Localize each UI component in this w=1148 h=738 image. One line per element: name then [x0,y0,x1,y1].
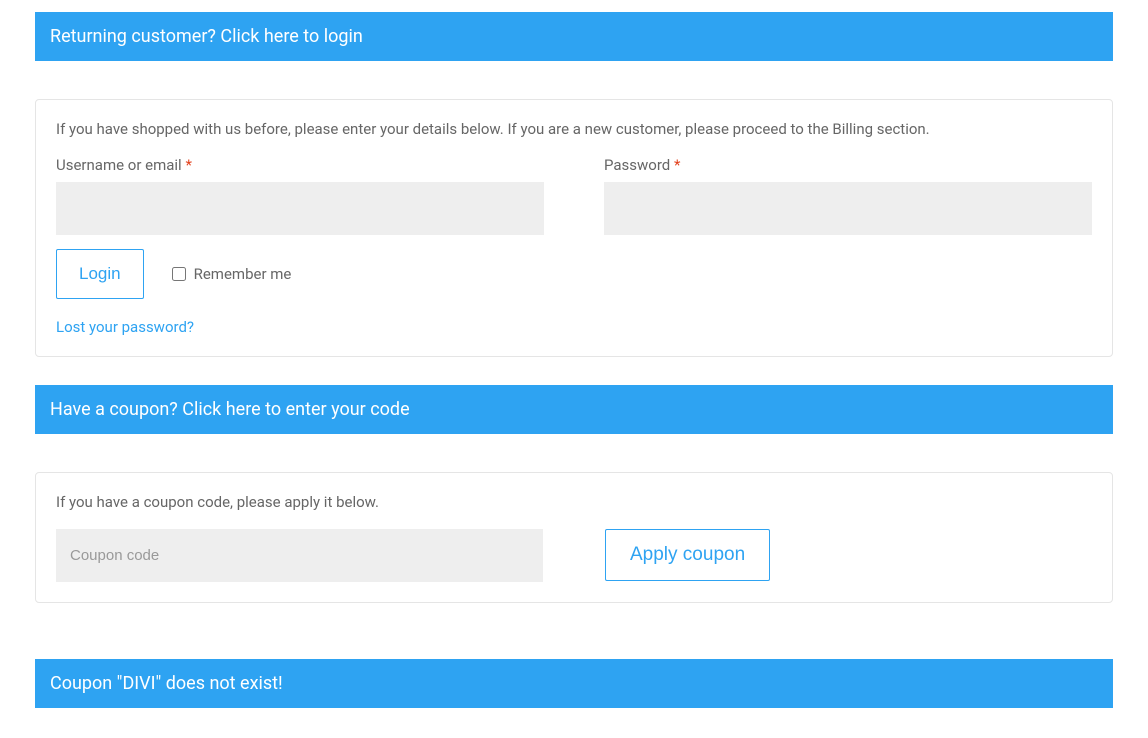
returning-customer-banner: Returning customer? Click here to login [35,12,1113,61]
login-button[interactable]: Login [56,249,144,299]
apply-coupon-button[interactable]: Apply coupon [605,529,770,581]
login-intro-text: If you have shopped with us before, plea… [56,120,1092,138]
coupon-toggle-link[interactable]: Click here to enter your code [182,399,409,420]
coupon-panel: If you have a coupon code, please apply … [35,472,1113,603]
coupon-banner-prefix: Have a coupon? [50,399,178,420]
password-column: Password * [604,156,1092,235]
remember-me-checkbox[interactable] [172,267,186,281]
coupon-error-text: Coupon "DIVI" does not exist! [50,673,283,694]
password-label-text: Password [604,156,670,174]
required-asterisk: * [674,156,680,174]
lost-password-wrap: Lost your password? [56,317,1092,336]
returning-customer-prefix: Returning customer? [50,26,216,47]
login-actions-row: Login Remember me [56,249,1092,299]
password-label: Password * [604,156,1092,174]
coupon-intro-text: If you have a coupon code, please apply … [56,493,1092,511]
username-label-text: Username or email [56,156,182,174]
coupon-banner: Have a coupon? Click here to enter your … [35,385,1113,434]
remember-me-wrap[interactable]: Remember me [172,265,292,283]
username-column: Username or email * [56,156,544,235]
username-label: Username or email * [56,156,544,174]
coupon-error-banner: Coupon "DIVI" does not exist! [35,659,1113,708]
login-fields-row: Username or email * Password * [56,156,1092,235]
lost-password-link[interactable]: Lost your password? [56,318,194,336]
coupon-button-column: Apply coupon [605,529,770,581]
login-panel: If you have shopped with us before, plea… [35,99,1113,357]
required-asterisk: * [185,156,191,174]
username-input[interactable] [56,182,544,235]
password-input[interactable] [604,182,1092,235]
remember-me-label: Remember me [194,265,292,283]
coupon-input-column [56,529,543,582]
login-toggle-link[interactable]: Click here to login [220,26,362,47]
coupon-row: Apply coupon [56,529,1092,582]
coupon-code-input[interactable] [56,529,543,582]
